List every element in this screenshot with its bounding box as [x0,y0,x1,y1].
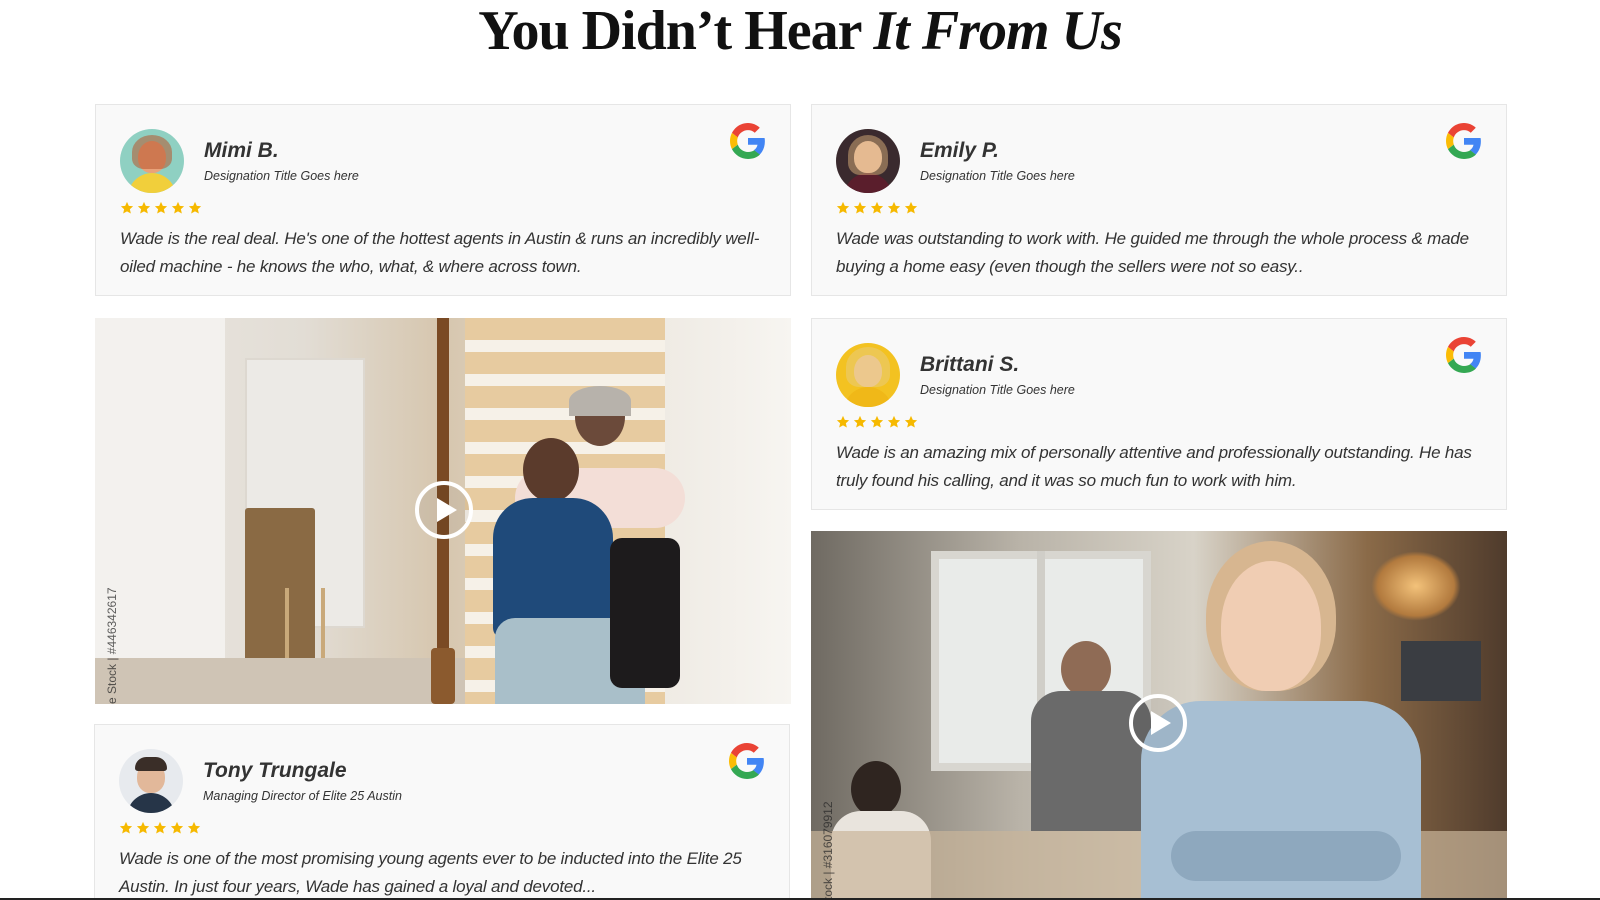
star-rating [836,415,1482,433]
section-title-regular: You Didn’t Hear [478,0,874,62]
star-rating [119,821,765,839]
play-button[interactable] [415,481,473,539]
star-icon [887,201,901,214]
star-icon [870,201,884,214]
google-icon[interactable] [1446,123,1482,159]
reviewer-role: Designation Title Goes here [204,169,359,183]
reviewer-name: Mimi B. [204,139,279,162]
reviewer-role: Managing Director of Elite 25 Austin [203,789,402,803]
star-icon [904,415,918,428]
avatar [836,343,900,407]
avatar [120,129,184,193]
reviewer-name: Tony Trungale [203,759,347,782]
star-icon [171,201,185,214]
star-icon [853,415,867,428]
review-card-brittani: Brittani S. Designation Title Goes here … [811,318,1507,510]
stock-watermark: e Stock | #446342617 [105,587,119,704]
stock-watermark: tock | #316079912 [821,801,835,900]
section-title: You Didn’t Hear It From Us [0,0,1600,62]
star-icon [170,821,184,834]
star-icon [188,201,202,214]
review-card-emily: Emily P. Designation Title Goes here Wad… [811,104,1507,296]
reviewer-role: Designation Title Goes here [920,383,1075,397]
star-icon [136,821,150,834]
star-icon [119,821,133,834]
star-icon [904,201,918,214]
star-icon [887,415,901,428]
star-icon [870,415,884,428]
reviewer-name: Brittani S. [920,353,1020,376]
google-icon[interactable] [730,123,766,159]
star-icon [853,201,867,214]
avatar [836,129,900,193]
avatar [119,749,183,813]
star-icon [120,201,134,214]
reviewer-role: Designation Title Goes here [920,169,1075,183]
review-text: Wade is the real deal. He's one of the h… [120,229,760,276]
play-button[interactable] [1129,694,1187,752]
star-icon [836,415,850,428]
play-icon [436,498,457,522]
star-rating [836,201,1482,219]
review-card-mimi: Mimi B. Designation Title Goes here Wade… [95,104,791,296]
google-icon[interactable] [729,743,765,779]
reviewer-name: Emily P. [920,139,999,162]
google-icon[interactable] [1446,337,1482,373]
star-icon [836,201,850,214]
video-testimonial-couple[interactable]: e Stock | #446342617 [95,318,791,704]
star-icon [187,821,201,834]
star-icon [153,821,167,834]
section-title-italic: It From Us [873,0,1122,62]
video-testimonial-woman[interactable]: tock | #316079912 [811,531,1507,900]
star-rating [120,201,766,219]
star-icon [137,201,151,214]
review-text: Wade is one of the most promising young … [119,849,742,896]
review-text: Wade was outstanding to work with. He gu… [836,229,1469,276]
review-card-tony: Tony Trungale Managing Director of Elite… [94,724,790,900]
review-text: Wade is an amazing mix of personally att… [836,443,1472,490]
play-icon [1150,711,1171,735]
star-icon [154,201,168,214]
